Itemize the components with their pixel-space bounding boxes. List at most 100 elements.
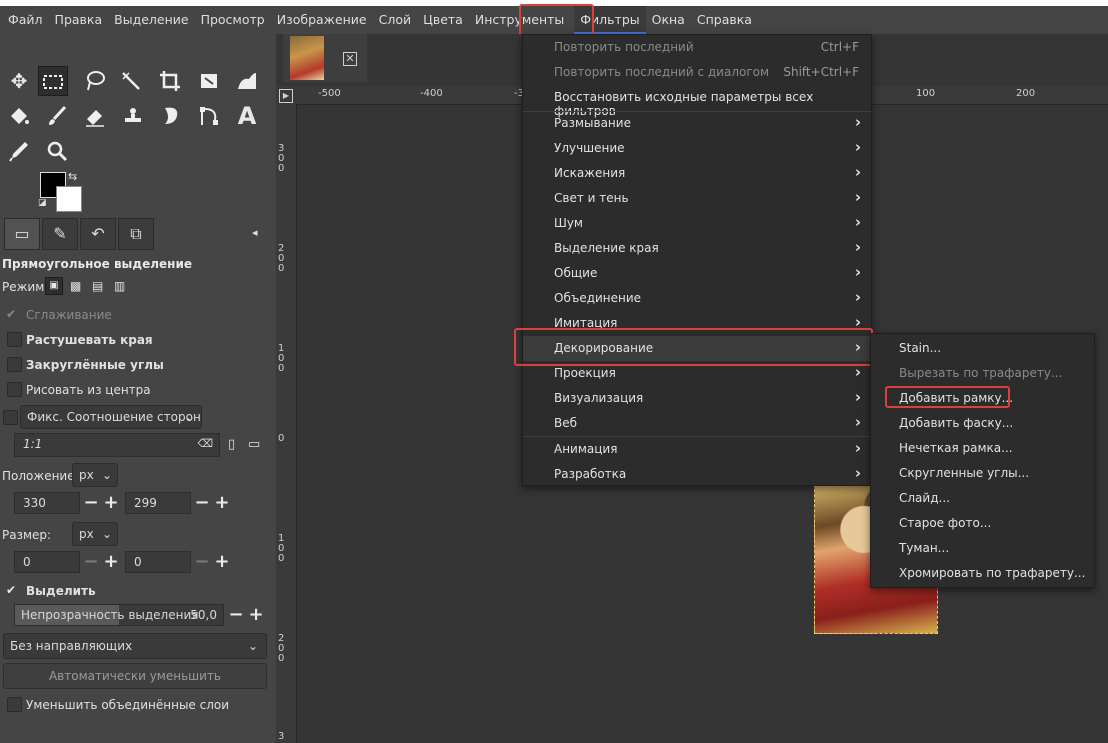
submenu-item-fuzzy-border[interactable]: Нечеткая рамка... [871,435,1094,460]
clear-field-icon[interactable]: ⌫ [197,434,213,454]
pos-x-plus-button[interactable]: + [102,492,120,514]
eraser-tool-icon[interactable] [80,101,110,131]
menu-item-artistic[interactable]: Имитация › [523,311,871,336]
fixed-aspect-combo[interactable]: Фикс. Соотношение сторон ⌄ [20,405,202,429]
smudge-tool-icon[interactable] [156,101,186,131]
submenu-item-stencil-chrome[interactable]: Хромировать по трафарету... [871,560,1094,585]
ratio-field[interactable]: 1:1 ⌫ [14,433,220,457]
landscape-icon[interactable]: ▭ [248,437,260,452]
menu-item-noise[interactable]: Шум › [523,211,871,236]
paths-tool-icon[interactable] [194,101,224,131]
opacity-plus-button[interactable]: + [247,604,265,626]
menu-item-decor[interactable]: Декорирование › [523,336,871,361]
position-y-field[interactable]: 299 [125,492,191,514]
opacity-minus-button[interactable]: − [227,604,245,626]
portrait-icon[interactable]: ▯ [228,437,235,452]
guides-combo[interactable]: Без направляющих ⌄ [3,633,267,659]
menu-view[interactable]: Просмотр [195,6,271,34]
menu-item-animation[interactable]: Анимация › [523,437,871,462]
crop-tool-icon[interactable] [155,66,185,96]
submenu-item-round-corners[interactable]: Скругленные углы... [871,460,1094,485]
mode-add-icon[interactable]: ▩ [70,279,81,293]
position-unit-combo[interactable]: px ⌄ [72,463,118,487]
submenu-item-slide[interactable]: Слайд... [871,485,1094,510]
shrink-merged-checkbox[interactable] [7,697,22,712]
size-h-field[interactable]: 0 [125,551,191,573]
menu-item-generic[interactable]: Общие › [523,261,871,286]
zoom-tool-icon[interactable] [42,136,72,166]
text-tool-icon[interactable]: A [232,101,262,131]
reset-colors-icon[interactable]: ◪ [38,198,47,208]
fixed-checkbox[interactable] [3,410,18,425]
menu-help[interactable]: Справка [691,6,758,34]
close-icon[interactable]: ✕ [343,52,357,66]
autoshrink-button[interactable]: Автоматически уменьшить [3,663,267,689]
warp-transform-tool-icon[interactable] [232,66,262,96]
dock-menu-icon[interactable]: ◂ [252,226,258,239]
menu-tools[interactable]: Инструменты [469,6,570,34]
size-w-plus-button[interactable]: + [102,551,120,573]
menu-item-render[interactable]: Визуализация › [523,386,871,411]
menu-image[interactable]: Изображение [271,6,373,34]
menu-colors[interactable]: Цвета [417,6,469,34]
menu-item-distorts[interactable]: Искажения › [523,161,871,186]
mode-replace-icon[interactable]: ▣ [45,277,63,295]
highlight-check-icon[interactable]: ✔ [6,583,16,597]
submenu-item-stencil-carve[interactable]: Вырезать по трафарету... [871,360,1094,385]
menu-windows[interactable]: Окна [646,6,691,34]
position-x-field[interactable]: 330 [14,492,80,514]
menu-select[interactable]: Выделение [108,6,194,34]
pos-y-plus-button[interactable]: + [213,492,231,514]
tool-options-tab-icon[interactable]: ▭ [4,218,40,250]
background-color-swatch[interactable] [56,186,82,212]
menu-item-light-shadow[interactable]: Свет и тень › [523,186,871,211]
move-tool-icon[interactable]: ✥ [4,66,34,96]
swap-colors-icon[interactable]: ⇆ [68,170,77,183]
opacity-slider[interactable]: Непрозрачность выделения 50,0 [14,604,224,626]
size-h-minus-button[interactable]: − [193,551,211,573]
submenu-item-add-border[interactable]: Добавить рамку... [871,385,1094,410]
antialias-check-icon[interactable]: ✔ [6,307,16,321]
rounded-checkbox[interactable] [7,357,22,372]
image-thumbnail[interactable] [290,36,324,80]
paintbrush-tool-icon[interactable] [42,101,72,131]
submenu-item-old-photo[interactable]: Старое фото... [871,510,1094,535]
bucket-fill-tool-icon[interactable] [4,101,34,131]
menu-item-map[interactable]: Проекция › [523,361,871,386]
lasso-tool-icon[interactable] [80,66,110,96]
menu-item-reset-all-filters[interactable]: Восстановить исходные параметры всех фил… [523,85,871,118]
size-w-field[interactable]: 0 [14,551,80,573]
menu-item-development[interactable]: Разработка › [523,462,871,487]
submenu-item-stain[interactable]: Stain... [871,335,1094,360]
undo-history-tab-icon[interactable]: ↶ [80,218,116,250]
menu-edit[interactable]: Правка [49,6,109,34]
navigate-icon[interactable]: ▶ [279,89,293,103]
menu-item-edge-detect[interactable]: Выделение края › [523,236,871,261]
menu-item-repeat-last[interactable]: Повторить последний Ctrl+F [523,35,871,60]
menu-filters[interactable]: Фильтры [574,6,646,34]
submenu-item-fog[interactable]: Туман... [871,535,1094,560]
clone-tool-icon[interactable] [118,101,148,131]
size-w-minus-button[interactable]: − [82,551,100,573]
device-status-tab-icon[interactable]: ✎ [42,218,78,250]
size-unit-combo[interactable]: px ⌄ [72,522,118,546]
menu-item-enhance[interactable]: Улучшение › [523,136,871,161]
submenu-item-add-bevel[interactable]: Добавить фаску... [871,410,1094,435]
rect-select-tool-icon[interactable] [38,66,68,96]
menu-item-blur[interactable]: Размывание › [523,111,871,136]
color-picker-tool-icon[interactable] [4,136,34,166]
fuzzy-select-tool-icon[interactable] [116,66,146,96]
menu-item-web[interactable]: Веб › [523,411,871,436]
from-center-checkbox[interactable] [7,382,22,397]
menu-item-reshow-last[interactable]: Повторить последний с диалогом Shift+Ctr… [523,60,871,85]
menu-file[interactable]: Файл [2,6,49,34]
mode-subtract-icon[interactable]: ▤ [92,279,103,293]
size-h-plus-button[interactable]: + [213,551,231,573]
feather-checkbox[interactable] [7,332,22,347]
pos-y-minus-button[interactable]: − [193,492,211,514]
menu-layer[interactable]: Слой [373,6,418,34]
mode-intersect-icon[interactable]: ▥ [114,279,125,293]
images-tab-icon[interactable]: ⧉ [118,218,154,250]
unified-transform-tool-icon[interactable] [194,66,224,96]
menu-item-combine[interactable]: Объединение › [523,286,871,311]
